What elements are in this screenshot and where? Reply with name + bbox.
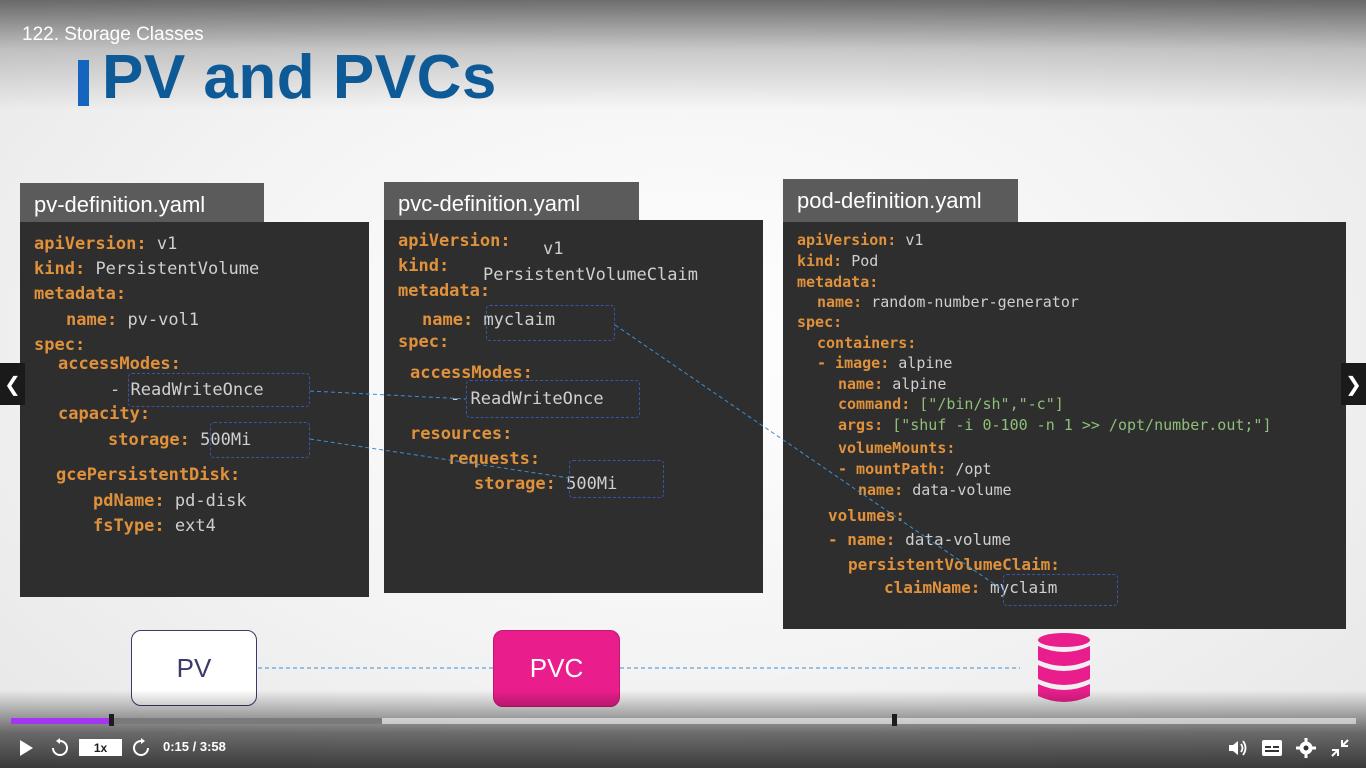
pod-line-volumemounts: volumeMounts:: [838, 439, 956, 457]
pod-file-tab: pod-definition.yaml: [783, 179, 1018, 223]
pvc-accessmode-highlight: [466, 380, 640, 418]
prev-lecture-button[interactable]: ❮: [0, 363, 25, 405]
pvc-line-kind: kind:: [398, 256, 450, 276]
pv-line-name: name: pv-vol1: [66, 310, 200, 330]
pv-line-gcepd: gcePersistentDisk:: [56, 465, 241, 485]
pv-accessmode-highlight: [128, 373, 310, 407]
slide-title: PV and PVCs: [102, 43, 497, 112]
fullscreen-button[interactable]: [1331, 739, 1349, 761]
pv-storage-highlight: [210, 422, 310, 458]
exit-fullscreen-icon: [1331, 739, 1349, 757]
pod-line-mount-name: name: data-volume: [858, 481, 1012, 499]
chevron-left-icon: ❮: [4, 372, 21, 396]
pod-line-image: - image: alpine: [817, 354, 953, 372]
rewind-button[interactable]: [50, 738, 70, 762]
progress-played: [11, 718, 110, 724]
progress-handle[interactable]: [109, 714, 114, 726]
pod-claimname-highlight: [1003, 574, 1118, 606]
chapter-marker: [892, 714, 897, 726]
pod-line-container-name: name: alpine: [838, 375, 947, 393]
volume-icon: [1229, 740, 1247, 756]
pvc-line-apiversion-value: v1: [543, 239, 564, 259]
chevron-right-icon: ❯: [1345, 372, 1362, 396]
gear-icon: [1296, 738, 1316, 758]
rewind-5-icon: [52, 738, 68, 756]
title-accent-bar: [78, 60, 89, 106]
pv-node: PV: [131, 630, 257, 706]
pod-line-metadata: metadata:: [797, 273, 879, 291]
pod-line-volumes: volumes:: [828, 506, 906, 525]
settings-button[interactable]: [1296, 738, 1316, 762]
pvc-line-resources: resources:: [410, 424, 513, 444]
pod-line-spec: spec:: [797, 313, 843, 331]
database-icon: [1037, 632, 1091, 708]
pvc-line-metadata: metadata:: [398, 281, 491, 301]
pvc-line-kind-value: PersistentVolumeClaim: [483, 265, 698, 285]
time-display: 0:15 / 3:58: [163, 739, 226, 754]
play-button[interactable]: [18, 739, 34, 761]
pod-line-pvc: persistentVolumeClaim:: [848, 555, 1060, 574]
pod-line-apiversion: apiVersion: v1: [797, 231, 924, 249]
pvc-line-spec: spec:: [398, 332, 450, 352]
play-icon: [20, 740, 33, 756]
pod-line-volume-name: - name: data-volume: [828, 530, 1012, 549]
volume-button[interactable]: [1228, 739, 1248, 761]
pv-line-pdname: pdName: pd-disk: [93, 491, 247, 511]
forward-5-icon: [133, 738, 149, 756]
pod-line-mountpath: - mountPath: /opt: [838, 460, 992, 478]
pod-line-name: name: random-number-generator: [817, 293, 1079, 311]
pvc-name-highlight: [486, 305, 615, 341]
pvc-line-apiversion: apiVersion:: [398, 231, 511, 251]
captions-icon: [1262, 740, 1282, 756]
pvc-line-requests: requests:: [448, 449, 541, 469]
pod-line-args: args: ["shuf -i 0-100 -n 1 >> /opt/numbe…: [838, 416, 1272, 434]
pv-line-fstype: fsType: ext4: [93, 516, 216, 536]
pod-line-kind: kind: Pod: [797, 252, 879, 270]
forward-button[interactable]: [131, 738, 151, 762]
pv-line-apiversion: apiVersion: v1: [34, 234, 178, 254]
pod-line-containers: containers:: [817, 334, 917, 352]
pv-line-kind: kind: PersistentVolume: [34, 259, 260, 279]
captions-button[interactable]: [1262, 740, 1282, 760]
pvc-storage-highlight: [569, 460, 664, 498]
pod-line-command: command: ["/bin/sh","-c"]: [838, 395, 1064, 413]
next-lecture-button[interactable]: ❯: [1341, 363, 1366, 405]
pv-file-tab: pv-definition.yaml: [20, 183, 264, 227]
pv-line-metadata: metadata:: [34, 284, 127, 304]
playback-speed-button[interactable]: 1x: [79, 739, 122, 756]
pvc-node: PVC: [493, 630, 620, 707]
